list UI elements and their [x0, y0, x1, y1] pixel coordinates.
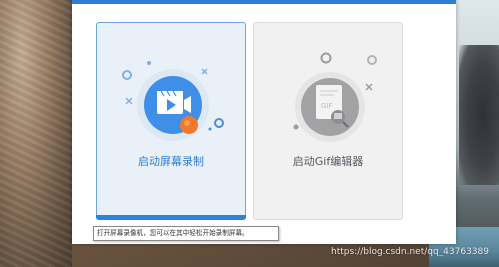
- svg-text:GIF: GIF: [321, 102, 333, 110]
- watermark-text: https://blog.csdn.net/qq_43763389: [330, 247, 489, 257]
- app-window: 启动屏幕录制 GIF 启动Gif编辑器: [72, 0, 456, 244]
- start-screen-recording-label: 启动屏幕录制: [138, 155, 204, 168]
- rock-wallpaper-left: [0, 0, 72, 267]
- tooltip: 打开屏幕录像机，您可以在其中轻松开始录制屏幕。: [93, 226, 279, 241]
- gif-editor-illustration: GIF: [293, 52, 377, 142]
- start-gif-editor-button[interactable]: GIF 启动Gif编辑器: [253, 22, 403, 220]
- cliff-wallpaper: [459, 45, 499, 185]
- start-gif-editor-label: 启动Gif编辑器: [292, 155, 364, 168]
- start-screen-recording-button[interactable]: 启动屏幕录制: [96, 22, 246, 220]
- screen-record-illustration: [122, 61, 224, 141]
